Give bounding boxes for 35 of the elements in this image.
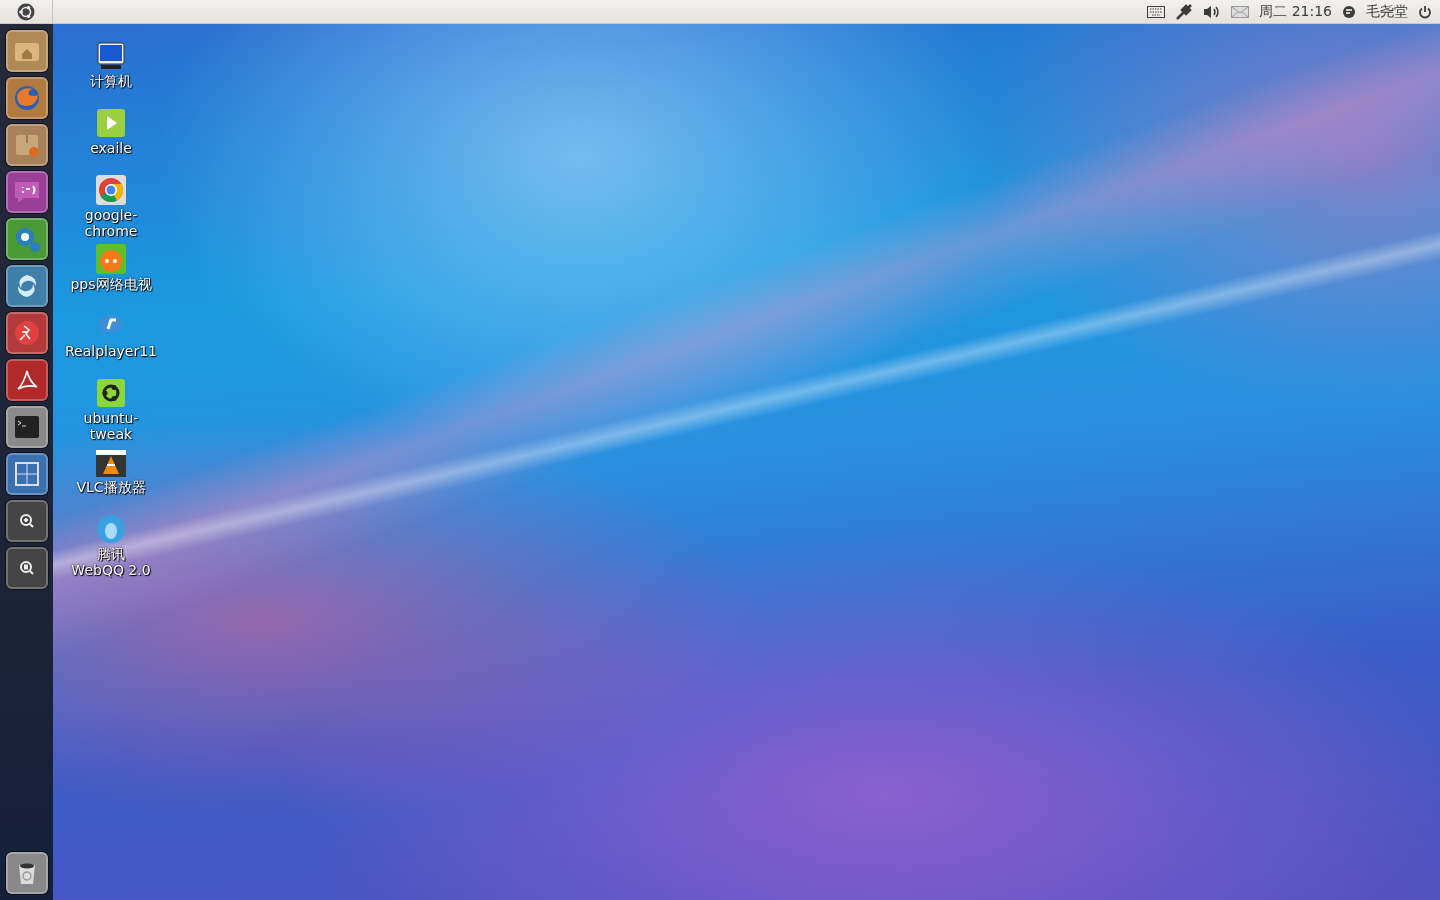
desktop-icon-label[interactable]: Realplayer11 <box>65 343 157 359</box>
desktop-icon-label[interactable]: 腾讯 WebQQ 2.0 <box>71 546 151 578</box>
ubuntu-logo-icon[interactable] <box>17 2 35 21</box>
desktop-icon-label[interactable]: pps网络电视 <box>70 276 152 292</box>
launcher-item[interactable] <box>5 265 48 307</box>
launcher-item[interactable] <box>5 406 48 448</box>
launcher-item[interactable] <box>5 453 48 495</box>
launcher-item[interactable] <box>5 171 48 213</box>
launcher-item[interactable] <box>5 312 48 354</box>
launcher-item[interactable] <box>5 218 48 260</box>
launcher-item[interactable] <box>5 77 48 119</box>
desktop-icon-label[interactable]: exaile <box>90 140 132 156</box>
network-icon <box>1175 2 1194 21</box>
volume-icon <box>1203 3 1222 20</box>
launcher-trash[interactable] <box>5 852 48 894</box>
mascot-icon <box>95 243 127 275</box>
user-name[interactable]: 毛尧堂 <box>1366 2 1408 21</box>
desktop-icon-label[interactable]: google- chrome <box>84 207 138 239</box>
monitor-icon <box>95 40 127 72</box>
circle-of-friends-icon <box>95 377 127 409</box>
keyboard-icon <box>1147 5 1166 18</box>
launcher-item[interactable] <box>5 359 48 401</box>
play-icon <box>95 107 127 139</box>
desktop-icon-label[interactable]: ubuntu- tweak <box>83 410 139 442</box>
launcher-item[interactable] <box>5 547 48 589</box>
launcher-item[interactable] <box>5 500 48 542</box>
launcher-item[interactable] <box>5 30 48 72</box>
envelope-icon <box>1231 5 1250 18</box>
chrome-icon <box>95 174 127 206</box>
desktop-icon-label[interactable]: VLC播放器 <box>76 479 146 495</box>
launcher-item[interactable] <box>5 124 48 166</box>
clock[interactable]: 周二 21:16 <box>1259 2 1332 21</box>
desktop-icon-label[interactable]: 计算机 <box>90 73 132 89</box>
chat-icon <box>1342 4 1356 19</box>
power-icon <box>1418 4 1432 19</box>
